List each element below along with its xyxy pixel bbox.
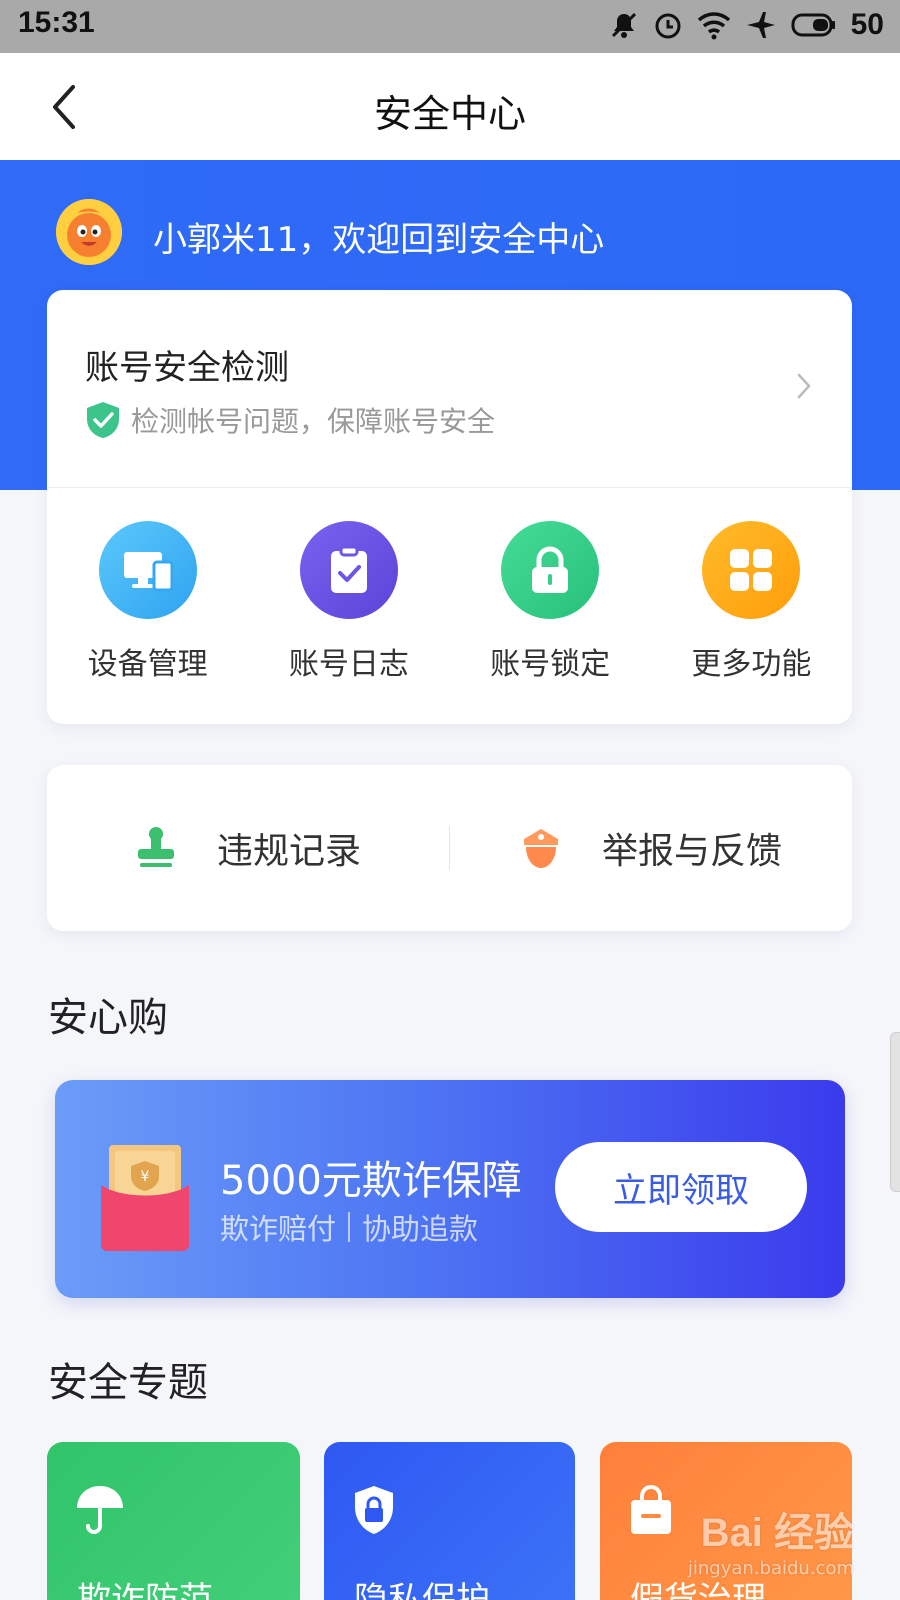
chevron-right-icon [797,373,811,399]
wifi-icon [697,12,730,40]
watermark: Bai 经验 jingyan.baidu.com [688,1500,854,1579]
feature-label: 账号日志 [288,647,409,682]
feature-account-log[interactable]: 账号日志 [248,488,449,724]
fraud-protection-promo[interactable]: ¥ 5000元欺诈保障 欺诈赔付 协助追款 立即领取 [55,1080,845,1298]
shopping-bag-icon [631,1485,671,1534]
status-bar: 15:31 50 [0,0,900,53]
stamp-icon [137,827,174,867]
status-icons: 50 [609,6,884,44]
violation-records[interactable]: 违规记录 [47,765,449,931]
record-label: 违规记录 [216,831,361,872]
topic-fraud-prevention[interactable]: 欺诈防范 [47,1442,300,1600]
record-label: 举报与反馈 [601,831,782,872]
welcome-message: 小郭米11，欢迎回到安全中心 [153,220,605,260]
promo-subtitle: 欺诈赔付 协助追款 [220,1206,478,1248]
feature-more[interactable]: 更多功能 [651,488,852,724]
clipboard-icon [299,521,398,619]
report-feedback[interactable]: 举报与反馈 [450,765,852,931]
account-security-check[interactable]: 账号安全检测 检测帐号问题，保障账号安全 [47,290,852,488]
feature-grid: 设备管理 账号日志 账号锁定 更多功能 [47,488,852,724]
topic-label: 欺诈防范 [77,1580,213,1600]
watermark-url: jingyan.baidu.com [687,1558,854,1579]
promo-title: 5000元欺诈保障 [220,1158,522,1204]
divider [348,1212,351,1242]
shield-check-icon [87,402,119,438]
promo-sub-item: 欺诈赔付 [220,1212,337,1246]
avatar[interactable] [56,199,122,265]
account-security-card: 账号安全检测 检测帐号问题，保障账号安全 设备管理 账号日志 账号锁定 更多功能 [47,290,852,724]
shield-lock-icon [355,1486,393,1534]
airplane-icon [746,12,775,38]
page-title: 安全中心 [373,92,526,136]
feature-account-lock[interactable]: 账号锁定 [450,488,651,724]
lock-icon [501,521,600,619]
umbrella-icon [77,1486,123,1534]
scrollbar-handle[interactable] [890,1032,900,1192]
feature-label: 更多功能 [691,647,812,682]
alarm-icon [655,13,681,39]
battery-icon [791,13,835,37]
section-title-shop: 安心购 [48,995,168,1041]
mute-icon [611,12,636,38]
grid-icon [702,521,801,619]
account-check-title: 账号安全检测 [85,348,289,388]
mascot-icon [56,199,122,265]
device-icon [98,521,197,619]
claim-button[interactable]: 立即领取 [555,1142,807,1232]
status-time: 15:31 [18,6,95,39]
section-title-topics: 安全专题 [48,1360,208,1406]
feature-label: 设备管理 [87,647,208,682]
nav-bar: 安全中心 [0,53,900,160]
account-check-subtitle: 检测帐号问题，保障账号安全 [131,405,496,438]
record-report-card: 违规记录 举报与反馈 [47,765,852,931]
battery-level: 50 [850,8,884,41]
feature-label: 账号锁定 [490,647,611,682]
svg-text:¥: ¥ [141,1169,150,1185]
promo-sub-item: 协助追款 [362,1212,479,1246]
feature-device-management[interactable]: 设备管理 [47,488,248,724]
topic-label: 隐私保护 [354,1580,490,1600]
watermark-logo: Bai 经验 [700,1511,854,1555]
topic-privacy-protection[interactable]: 隐私保护 [324,1442,575,1600]
police-cap-icon [523,829,558,868]
account-check-subtitle-row: 检测帐号问题，保障账号安全 [85,400,495,440]
red-envelope-icon: ¥ [101,1145,189,1251]
